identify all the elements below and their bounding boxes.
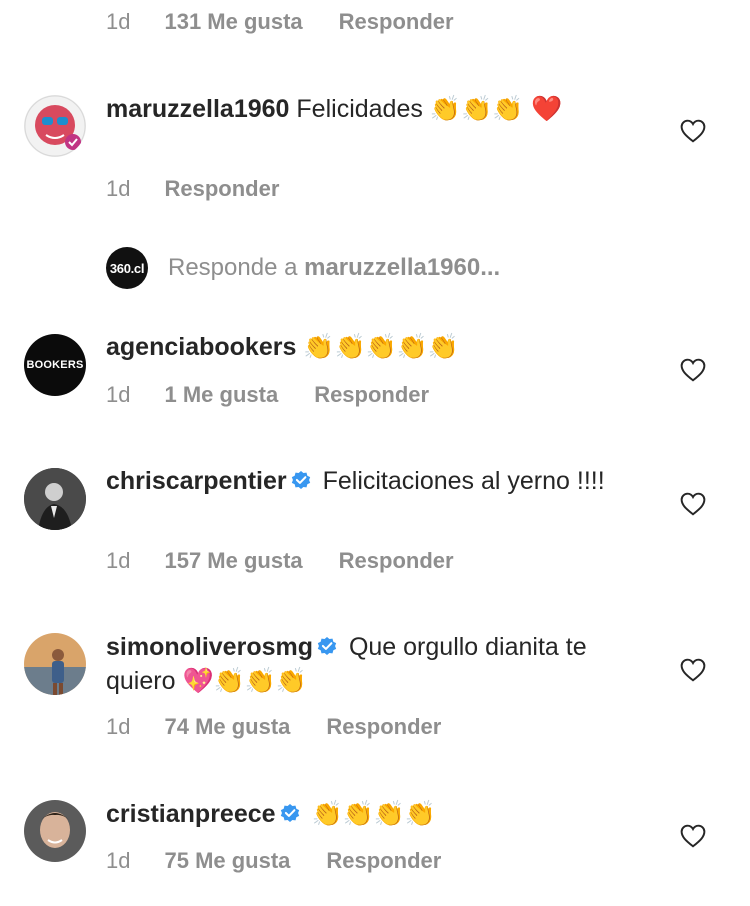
comment-meta-row: 1d Responder [106,176,279,202]
comment-username[interactable]: cristianpreece [106,800,276,828]
comment-time: 1d [106,176,131,201]
comment-time: 1d [106,9,131,34]
comment-time: 1d [106,714,131,739]
reply-button[interactable]: Responder [314,382,429,408]
comment-likes[interactable]: 1 Me gusta [164,382,278,408]
avatar[interactable] [24,468,86,530]
reply-button[interactable]: Responder [326,848,441,874]
comment-message: Felicidades [296,95,423,123]
heart-outline-icon[interactable] [680,492,706,516]
comment-time: 1d [106,382,131,407]
comment-meta-row: 1d 1 Me gusta Responder [106,382,429,408]
reply-prefix: Responde a [168,254,298,281]
verified-badge-icon [317,637,337,655]
comment-text: agenciabookers 👏👏👏👏👏 [106,330,646,364]
avatar-image [24,633,86,695]
comment-message: Felicitaciones al yerno !!!! [322,467,605,495]
avatar[interactable]: BOOKERS [24,334,86,396]
comment-text: chriscarpentier Felicitaciones al yerno … [106,465,646,498]
comment-meta-row: 1d 75 Me gusta Responder [106,848,441,874]
comment-text: maruzzella1960 Felicidades 👏👏👏 ❤️ [106,92,646,126]
verified-badge-icon [291,471,310,489]
comment-username[interactable]: chriscarpentier [106,467,287,495]
reply-composer[interactable]: 360.cl Responde a maruzzella1960... [106,246,500,290]
comment-username[interactable]: maruzzella1960 [106,95,289,123]
avatar-label: BOOKERS [26,359,84,371]
avatar[interactable] [24,633,86,695]
reply-placeholder[interactable]: Responde a maruzzella1960... [168,254,500,282]
comment-likes[interactable]: 157 Me gusta [164,548,302,574]
comment-meta-row: 1d 74 Me gusta Responder [106,714,441,740]
comment-meta-row: 1d 131 Me gusta Responder [106,9,454,35]
heart-outline-icon[interactable] [680,658,706,682]
comment-likes[interactable]: 74 Me gusta [164,714,290,740]
avatar-image [24,95,86,157]
reply-button[interactable]: Responder [339,9,454,35]
avatar[interactable] [24,800,86,862]
comment-emoji: 💖👏👏👏 [182,666,307,695]
avatar[interactable] [24,95,86,157]
comment-username[interactable]: simonoliverosmg [106,633,313,661]
reply-target-username: maruzzella1960... [304,254,501,281]
reply-button[interactable]: Responder [326,714,441,740]
comment-text: cristianpreece 👏👏👏👏 [106,797,646,831]
comment-time: 1d [106,548,131,573]
heart-outline-icon[interactable] [680,119,706,143]
comment-text: simonoliverosmg Que orgullo dianita te q… [106,631,646,698]
comment-username[interactable]: agenciabookers [106,333,296,361]
comment-likes[interactable]: 131 Me gusta [164,9,302,35]
comment-emoji: 👏👏👏 ❤️ [429,94,563,123]
reply-button[interactable]: Responder [339,548,454,574]
comment-emoji: 👏👏👏👏 [311,799,437,828]
current-user-avatar: 360.cl [106,247,148,289]
heart-outline-icon[interactable] [680,824,706,848]
heart-outline-icon[interactable] [680,358,706,382]
comment-emoji: 👏👏👏👏👏 [303,332,459,361]
comment-likes[interactable]: 75 Me gusta [164,848,290,874]
avatar-image [24,800,86,862]
comment-time: 1d [106,848,131,873]
avatar-image [24,468,86,530]
comment-meta-row: 1d 157 Me gusta Responder [106,548,454,574]
reply-button[interactable]: Responder [164,176,279,202]
verified-badge-icon [280,804,299,822]
